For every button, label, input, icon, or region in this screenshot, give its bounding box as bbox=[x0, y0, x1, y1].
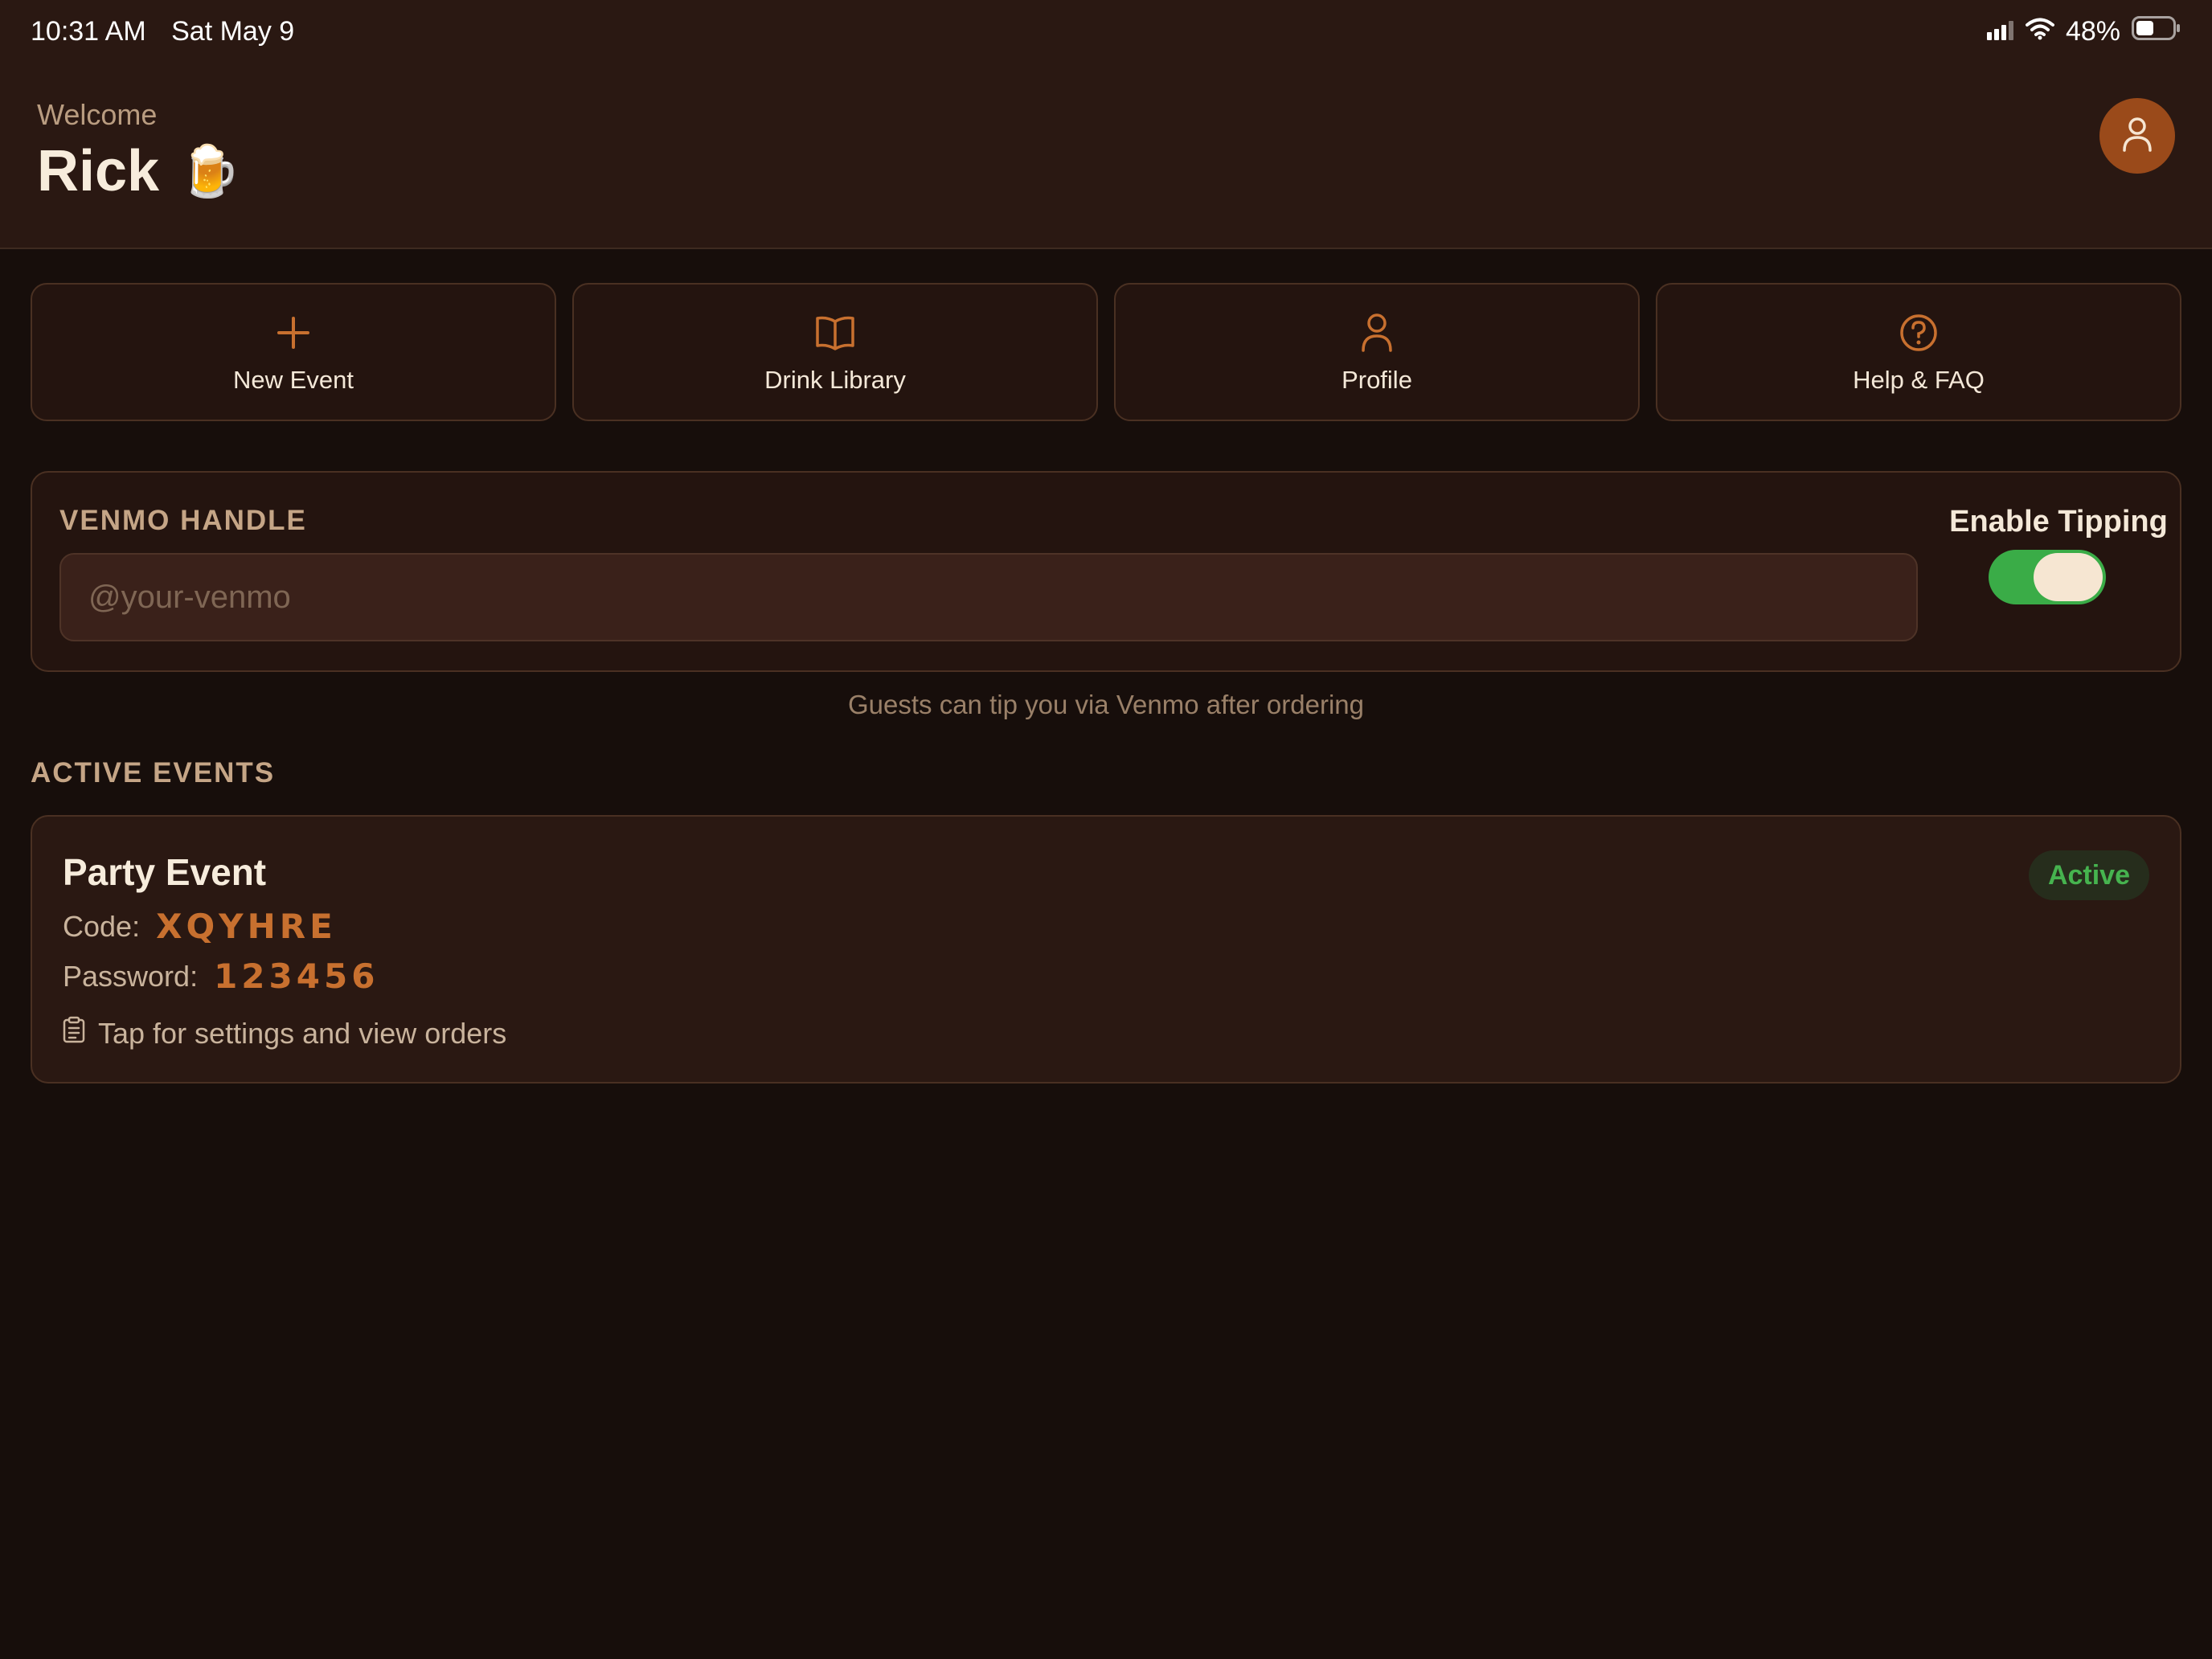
question-circle-icon bbox=[1899, 309, 1939, 356]
event-code-value: XQYHRE bbox=[156, 907, 337, 946]
help-faq-label: Help & FAQ bbox=[1853, 366, 1985, 394]
event-card[interactable]: Party Event Active Code: XQYHRE Password… bbox=[31, 815, 2181, 1083]
enable-tipping-label: Enable Tipping bbox=[1949, 505, 2168, 539]
event-password-row: Password: 123456 bbox=[63, 956, 379, 996]
profile-button[interactable]: Profile bbox=[1114, 283, 1640, 421]
toggle-knob bbox=[2034, 553, 2103, 601]
avatar-button[interactable] bbox=[2099, 98, 2175, 174]
venmo-handle-label: VENMO HANDLE bbox=[59, 505, 307, 536]
status-bar: 10:31 AM Sat May 9 48% bbox=[31, 16, 2181, 50]
tipping-note: Guests can tip you via Venmo after order… bbox=[847, 690, 1365, 719]
wifi-icon bbox=[2025, 16, 2054, 47]
status-badge: Active bbox=[2028, 850, 2149, 900]
status-left: 10:31 AM Sat May 9 bbox=[31, 16, 312, 47]
beer-emoji: 🍺 bbox=[178, 143, 241, 199]
user-name: Rick bbox=[37, 139, 160, 203]
event-hint: Tap for settings and view orders bbox=[63, 1016, 506, 1051]
plus-icon bbox=[276, 309, 311, 356]
book-icon bbox=[814, 309, 856, 356]
drink-library-label: Drink Library bbox=[764, 366, 906, 394]
battery-percentage: 48% bbox=[2065, 16, 2120, 47]
event-password-value: 123456 bbox=[214, 956, 379, 996]
profile-label: Profile bbox=[1342, 366, 1412, 394]
venmo-card: VENMO HANDLE Enable Tipping bbox=[31, 471, 2181, 672]
status-right: 48% bbox=[1986, 16, 2181, 47]
event-code-row: Code: XQYHRE bbox=[63, 907, 337, 946]
event-password-label: Password: bbox=[63, 959, 199, 993]
event-name: Party Event bbox=[63, 851, 267, 893]
battery-icon bbox=[2132, 16, 2181, 47]
person-icon bbox=[1359, 309, 1395, 356]
person-icon bbox=[2120, 115, 2155, 158]
clipboard-icon bbox=[63, 1016, 85, 1051]
event-code-label: Code: bbox=[63, 909, 141, 943]
user-greeting: Rick 🍺 bbox=[37, 138, 240, 204]
drink-library-button[interactable]: Drink Library bbox=[572, 283, 1098, 421]
welcome-text: Welcome bbox=[37, 98, 158, 131]
new-event-button[interactable]: New Event bbox=[31, 283, 556, 421]
event-hint-text: Tap for settings and view orders bbox=[98, 1016, 507, 1050]
app-header: 10:31 AM Sat May 9 48% Welcome Rick 🍺 bbox=[0, 0, 2212, 249]
signal-icon bbox=[1986, 16, 2014, 47]
help-faq-button[interactable]: Help & FAQ bbox=[1656, 283, 2181, 421]
tipping-toggle[interactable] bbox=[1989, 550, 2106, 604]
active-events-title: ACTIVE EVENTS bbox=[31, 757, 276, 789]
venmo-handle-input[interactable] bbox=[59, 553, 1918, 641]
status-date: Sat May 9 bbox=[171, 16, 295, 47]
new-event-label: New Event bbox=[233, 366, 354, 394]
status-time: 10:31 AM bbox=[31, 16, 146, 47]
